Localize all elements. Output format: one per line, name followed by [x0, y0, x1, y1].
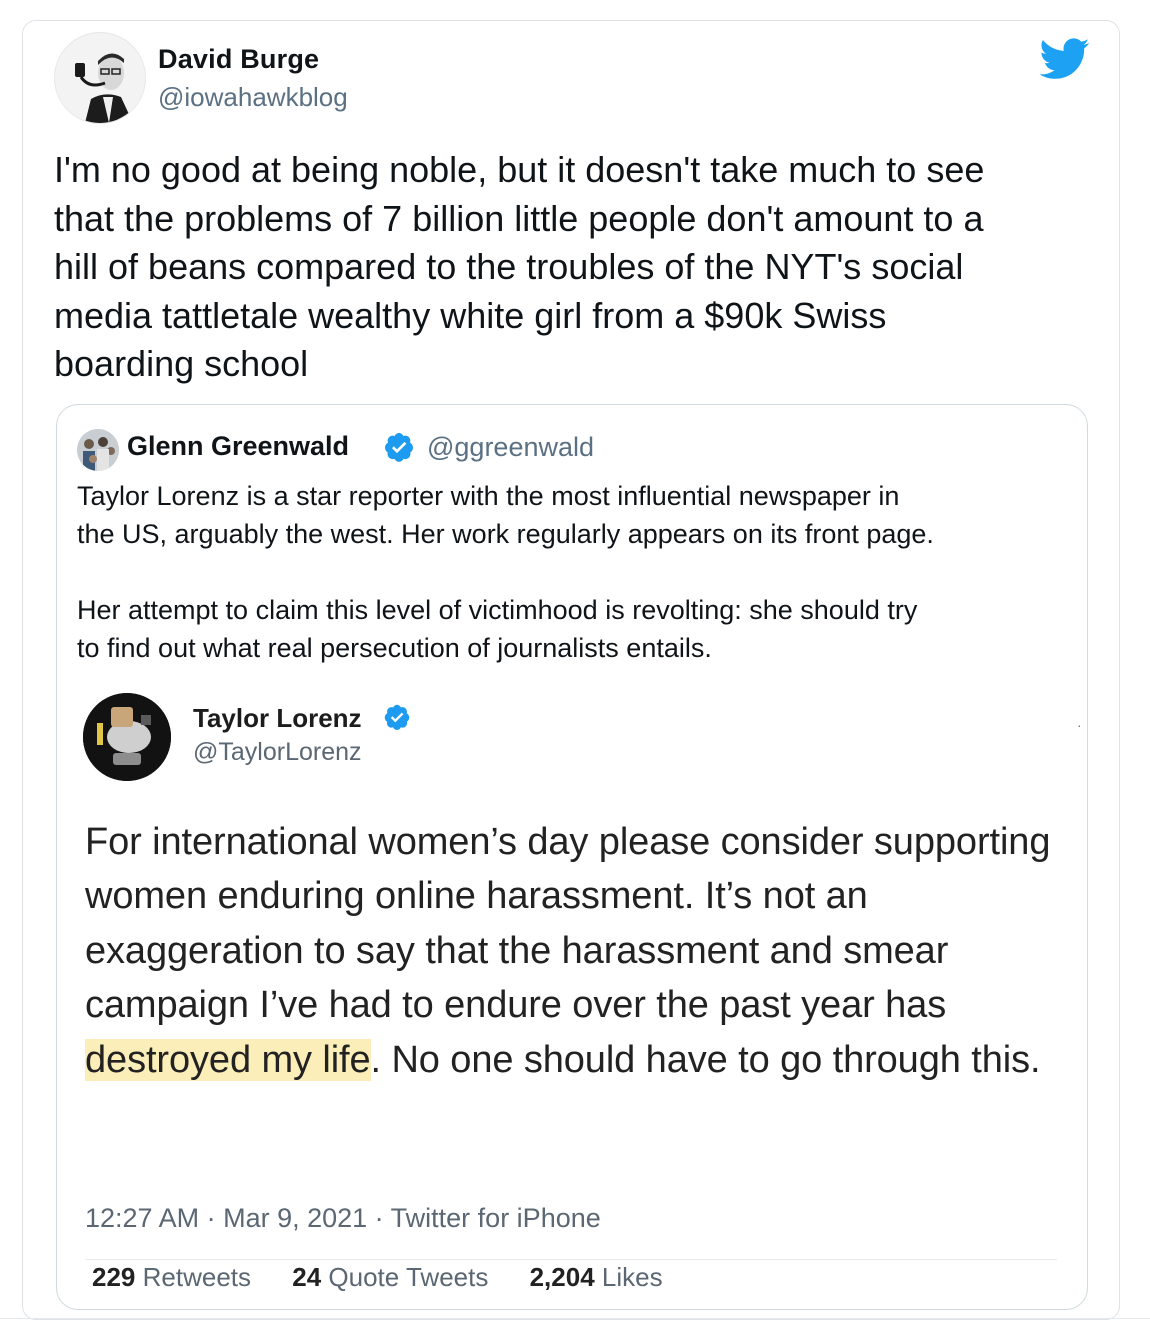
- embedded-author-name: Taylor Lorenz: [193, 703, 362, 733]
- quoted-author-avatar[interactable]: [77, 429, 119, 471]
- verified-badge-icon: [385, 433, 413, 462]
- author-avatar[interactable]: [54, 32, 146, 124]
- embedded-tweet-screenshot[interactable]: Taylor Lorenz @TaylorLorenz · For intern…: [57, 675, 1087, 1305]
- quoted-text: Taylor Lorenz is a star reporter with th…: [77, 481, 934, 663]
- quote-tweets-stat: 24 Quote Tweets: [292, 1262, 488, 1292]
- twitter-bird-icon[interactable]: [1040, 38, 1090, 80]
- quote-tweets-label: Quote Tweets: [328, 1262, 489, 1292]
- quoted-tweet[interactable]: Glenn Greenwald @ggreenwald Taylor Loren…: [56, 404, 1088, 1310]
- likes-count: 2,204: [529, 1262, 595, 1292]
- retweets-count: 229: [92, 1262, 136, 1292]
- embedded-text-before: For international women’s day please con…: [85, 821, 1051, 1027]
- embedded-text: For international women’s day please con…: [85, 815, 1090, 1087]
- embedded-author-handle: @TaylorLorenz: [193, 738, 362, 766]
- retweets-stat: 229 Retweets: [92, 1262, 251, 1292]
- embedded-text-highlight: destroyed my life: [85, 1038, 371, 1081]
- divider: [85, 1259, 1057, 1260]
- quoted-author-handle[interactable]: @ggreenwald: [427, 432, 594, 463]
- author-handle[interactable]: @iowahawkblog: [158, 82, 348, 113]
- retweets-label: Retweets: [142, 1262, 252, 1292]
- more-icon: ·: [1077, 717, 1082, 733]
- tweet-text: I'm no good at being noble, but it doesn…: [54, 149, 985, 384]
- embedded-text-after: . No one should have to go through this.: [370, 1038, 1041, 1081]
- embedded-timestamp: 12:27 AM · Mar 9, 2021 · Twitter for iPh…: [85, 1203, 601, 1233]
- likes-stat: 2,204 Likes: [530, 1262, 663, 1292]
- quoted-author-name[interactable]: Glenn Greenwald: [127, 431, 349, 462]
- embedded-stats: 229 Retweets 24 Quote Tweets 2,204 Likes: [92, 1262, 697, 1293]
- author-name[interactable]: David Burge: [158, 44, 319, 75]
- verified-badge-icon: [384, 704, 410, 730]
- embedded-author-avatar: [83, 693, 171, 781]
- divider: [0, 1318, 1150, 1319]
- quote-tweets-count: 24: [292, 1262, 322, 1292]
- likes-label: Likes: [601, 1262, 663, 1292]
